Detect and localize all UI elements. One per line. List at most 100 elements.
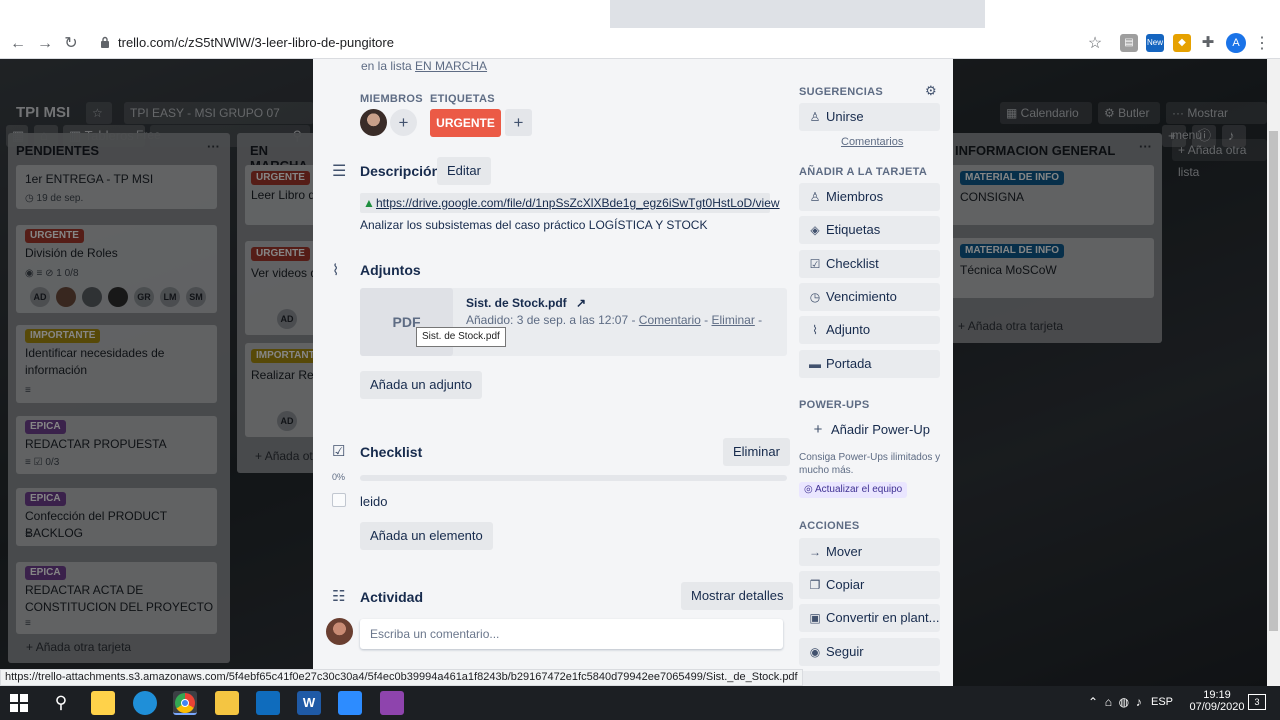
urgent-label[interactable]: URGENTE [430, 109, 501, 137]
add-powerup-label: Añadir Power-Up [831, 422, 930, 437]
copy-icon: ❐ [809, 578, 821, 592]
profile-initial: A [1232, 37, 1240, 49]
external-link-icon[interactable]: ↗ [576, 296, 586, 310]
archive-button[interactable] [799, 671, 940, 686]
snipping-tool-icon[interactable] [380, 691, 404, 715]
search-icon[interactable]: ⚲ [49, 691, 73, 715]
comments-link[interactable]: Comentarios [841, 136, 903, 148]
attachment-button[interactable]: ⌇ Adjunto [799, 316, 940, 344]
copy-button[interactable]: ❐ Copiar [799, 571, 940, 599]
delete-checklist-button[interactable]: Eliminar [723, 438, 790, 466]
zoom-icon[interactable] [338, 691, 362, 715]
description-text: Analizar los subsistemas del caso prácti… [360, 218, 708, 232]
store-icon[interactable] [91, 691, 115, 715]
google-drive-icon: ▲ [363, 196, 375, 210]
add-member-icon[interactable]: + [390, 109, 417, 136]
extension-pdf-icon[interactable]: ▤ [1120, 34, 1138, 52]
member-avatar[interactable] [360, 109, 387, 136]
add-attachment-button[interactable]: Añada un adjunto [360, 371, 482, 399]
list-prefix: en la lista [361, 59, 412, 73]
tray-icons[interactable]: ⌃ ⌂ ◍ ♪ [1088, 695, 1142, 709]
due-date-button[interactable]: ◷ Vencimiento [799, 283, 940, 311]
cover-button[interactable]: ▬ Portada [799, 350, 940, 378]
watch-button[interactable]: ◉ Seguir [799, 638, 940, 666]
scrollbar-thumb[interactable] [1269, 131, 1278, 631]
add-powerup-button[interactable]: + Añadir Power-Up [799, 416, 940, 444]
word-icon[interactable]: W [297, 691, 321, 715]
arrow-right-icon: → [809, 545, 821, 559]
browser-tab[interactable] [0, 0, 610, 28]
checklist-item-checkbox[interactable] [332, 493, 346, 507]
notification-count: 3 [1254, 697, 1260, 707]
extension-shield-icon[interactable]: ◆ [1173, 34, 1191, 52]
cover-label: Portada [826, 356, 872, 371]
clock-date: 07/09/2020 [1189, 701, 1245, 713]
back-icon[interactable]: ← [7, 33, 29, 55]
language-indicator[interactable]: ESP [1151, 696, 1173, 708]
show-details-button[interactable]: Mostrar detalles [681, 582, 794, 610]
edit-description-button[interactable]: Editar [437, 157, 491, 185]
add-label-icon[interactable]: + [505, 109, 532, 136]
lock-icon [101, 36, 109, 48]
comment-input[interactable]: Escriba un comentario... [360, 619, 783, 649]
move-button[interactable]: → Mover [799, 538, 940, 566]
upgrade-team-button[interactable]: ◎ Actualizar el equipo [799, 482, 908, 498]
browser-menu-icon[interactable]: ⋮ [1251, 33, 1273, 55]
attachment-delete-link[interactable]: Eliminar [712, 313, 755, 327]
file-explorer-icon[interactable] [215, 691, 239, 715]
template-label: Convertir en plant... [826, 610, 940, 625]
page-scrollbar[interactable] [1267, 59, 1280, 686]
attachment-date: Añadido: 3 de sep. a las 12:07 - [466, 313, 636, 327]
attachments-title: Adjuntos [360, 262, 421, 278]
tag-icon: ◈ [810, 223, 820, 237]
eye-icon: ◉ [809, 645, 821, 659]
person-icon: ♙ [809, 190, 821, 204]
attachment-comment-link[interactable]: Comentario [639, 313, 701, 327]
chrome-taskbar-button[interactable] [173, 691, 197, 715]
extension-new-icon[interactable]: New [1146, 34, 1164, 52]
powerups-note: Consiga Power-Ups ilimitados y mucho más… [799, 452, 941, 476]
reload-icon[interactable]: ↻ [60, 33, 82, 55]
edge-icon[interactable] [133, 691, 157, 715]
clock[interactable]: 19:19 07/09/2020 [1186, 689, 1248, 713]
description-title: Descripción [360, 163, 441, 179]
mail-icon[interactable] [256, 691, 280, 715]
upgrade-icon: ◎ [804, 484, 815, 495]
browser-toolbar: ← → ↻ trello.com/c/zS5tNWlW/3-leer-libro… [0, 28, 1280, 59]
checklist-item-text[interactable]: leido [360, 494, 387, 509]
address-bar[interactable]: trello.com/c/zS5tNWlW/3-leer-libro-de-pu… [118, 35, 394, 50]
checklist-progress-bar [360, 475, 787, 481]
make-template-button[interactable]: ▣ Convertir en plant... [799, 604, 940, 632]
actions-heading: ACCIONES [799, 520, 860, 532]
labels-label: Etiquetas [826, 222, 881, 237]
plus-icon: + [813, 421, 823, 438]
browser-tab-strip [0, 0, 1280, 28]
cover-icon: ▬ [809, 357, 821, 371]
card-detail-modal: en la lista EN MARCHA MIEMBROS ETIQUETAS… [313, 59, 953, 686]
attachment-name[interactable]: Sist. de Stock.pdf [466, 296, 567, 310]
labels-button[interactable]: ◈ Etiquetas [799, 216, 940, 244]
notifications-center-icon[interactable]: 3 [1248, 694, 1266, 710]
windows-start-icon[interactable] [8, 692, 30, 714]
members-heading: MIEMBROS [360, 93, 423, 105]
labels-heading: ETIQUETAS [430, 93, 495, 105]
description-link-chip[interactable]: ▲ https://drive.google.com/file/d/1npSsZ… [360, 193, 780, 213]
paperclip-icon: ⌇ [812, 323, 818, 337]
powerups-heading: POWER-UPS [799, 399, 870, 411]
members-button[interactable]: ♙ Miembros [799, 183, 940, 211]
checklist-button[interactable]: ☑ Checklist [799, 250, 940, 278]
forward-icon[interactable]: → [34, 33, 56, 55]
list-link[interactable]: EN MARCHA [415, 59, 487, 73]
clock-time: 19:19 [1203, 689, 1231, 701]
members-label: Miembros [826, 189, 884, 204]
bookmark-star-icon[interactable]: ☆ [1084, 33, 1106, 55]
template-icon: ▣ [809, 611, 821, 625]
browser-tab-strip-right [985, 0, 1280, 28]
profile-avatar[interactable]: A [1226, 33, 1246, 53]
checklist-icon: ☑ [332, 443, 346, 460]
extensions-puzzle-icon[interactable]: ✚ [1199, 34, 1217, 52]
settings-gear-icon[interactable]: ⚙ [925, 83, 937, 99]
join-button[interactable]: ♙ Unirse [799, 103, 940, 131]
add-checklist-item-button[interactable]: Añada un elemento [360, 522, 493, 550]
drive-link[interactable]: https://drive.google.com/file/d/1npSsZcX… [376, 196, 780, 210]
